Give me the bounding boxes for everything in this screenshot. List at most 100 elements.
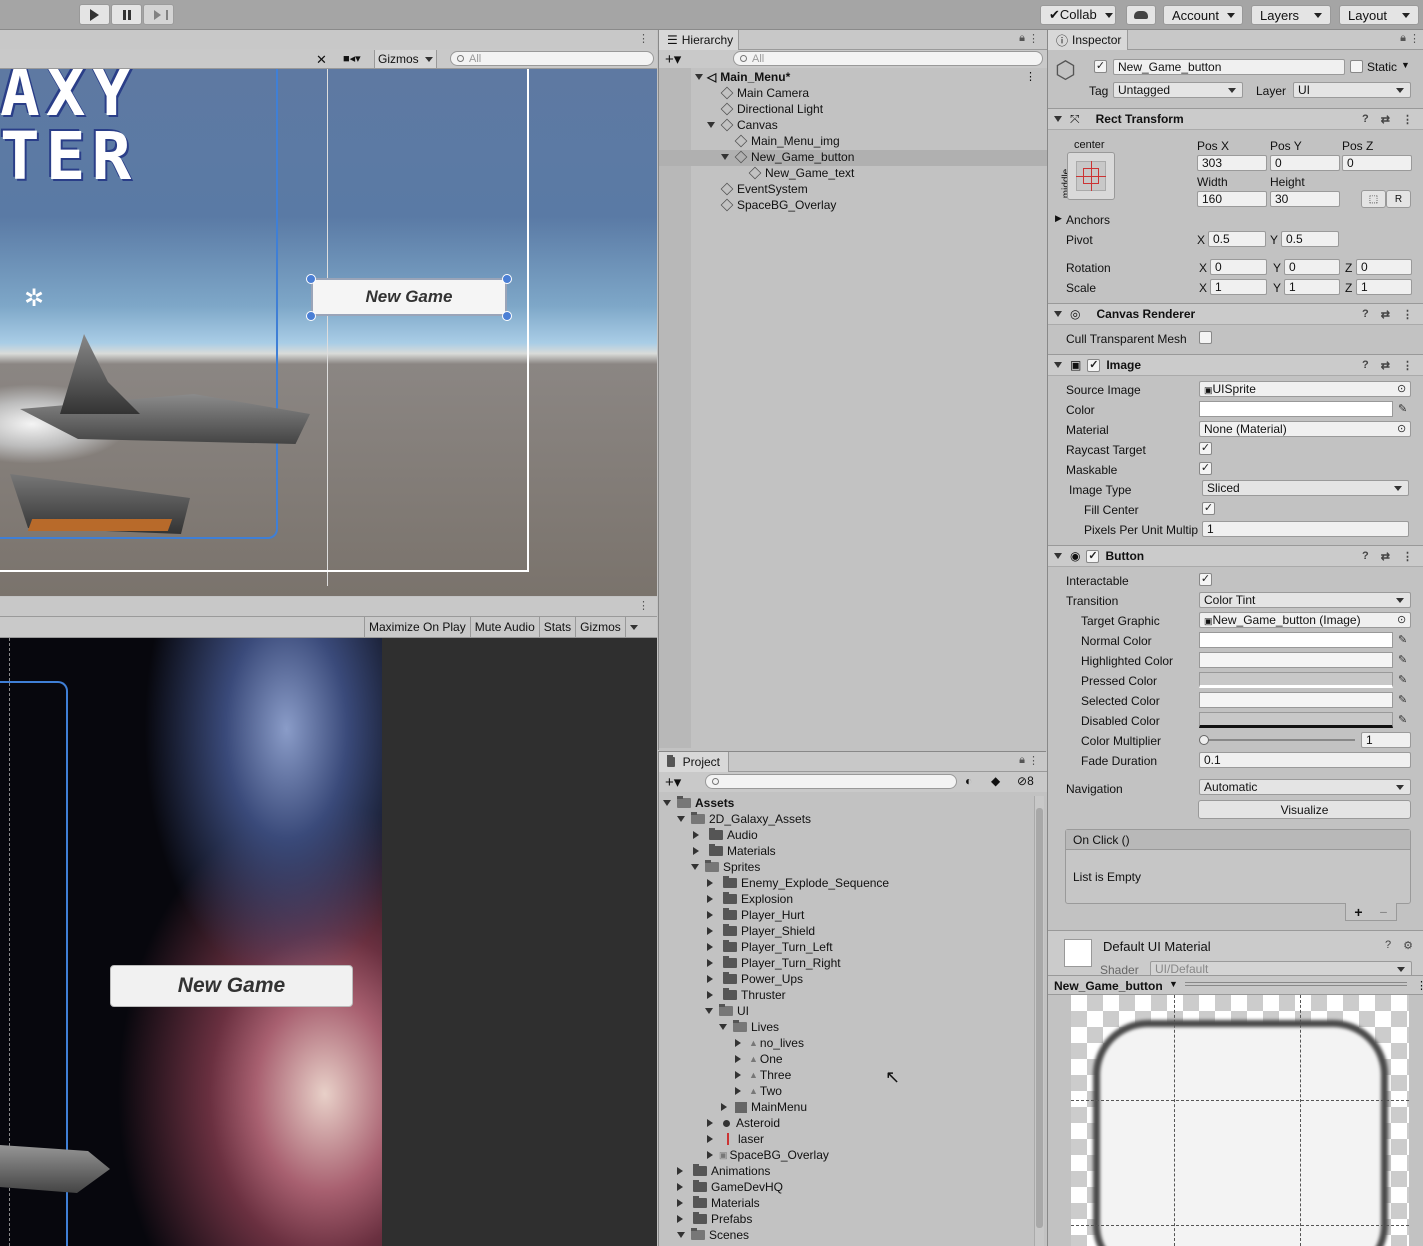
- camera-icon[interactable]: ■◂▾: [343, 52, 361, 65]
- lock-icon[interactable]: 🔒︎: [1019, 32, 1025, 45]
- project-item[interactable]: MainMenu: [721, 1099, 807, 1115]
- preset-icon[interactable]: ⇄: [1381, 308, 1390, 321]
- posz-field[interactable]: 0: [1342, 155, 1412, 171]
- expand-icon[interactable]: [695, 74, 703, 84]
- expand-icon[interactable]: [721, 1103, 731, 1111]
- help-icon[interactable]: ?: [1362, 308, 1369, 321]
- layers-dropdown[interactable]: Layers: [1251, 5, 1331, 25]
- project-item[interactable]: 2D_Galaxy_Assets: [677, 811, 811, 827]
- cloud-button[interactable]: [1126, 5, 1156, 25]
- selected-color-field[interactable]: [1199, 692, 1393, 708]
- project-item[interactable]: Enemy_Explode_Sequence: [707, 875, 889, 891]
- hierarchy-item[interactable]: Directional Light: [720, 101, 823, 117]
- component-menu-icon[interactable]: ⋮: [1402, 359, 1413, 372]
- project-item[interactable]: Thruster: [707, 987, 786, 1003]
- panel-menu-icon[interactable]: ⋮: [1416, 979, 1423, 992]
- layout-dropdown[interactable]: Layout: [1339, 5, 1419, 25]
- tools-icon[interactable]: ✕: [316, 52, 327, 68]
- help-icon[interactable]: ?: [1362, 550, 1369, 563]
- interactable-checkbox[interactable]: ✓: [1199, 573, 1212, 586]
- hierarchy-item-selected[interactable]: New_Game_button: [721, 149, 854, 165]
- raycast-checkbox[interactable]: ✓: [1199, 442, 1212, 455]
- maximize-on-play-toggle[interactable]: Maximize On Play: [364, 617, 470, 637]
- project-item[interactable]: Assets: [663, 795, 734, 811]
- expand-icon[interactable]: [707, 1119, 717, 1127]
- slider-thumb[interactable]: [1199, 735, 1209, 745]
- project-item[interactable]: Player_Shield: [707, 923, 815, 939]
- object-picker-icon[interactable]: ⊙: [1397, 383, 1409, 395]
- scene-new-game-button[interactable]: New Game: [311, 278, 507, 316]
- panel-menu-icon[interactable]: ⋮: [1409, 32, 1420, 45]
- collapse-icon[interactable]: [1054, 311, 1062, 321]
- visualize-button[interactable]: Visualize: [1198, 800, 1411, 819]
- object-name-field[interactable]: New_Game_button: [1113, 59, 1345, 75]
- image-type-dropdown[interactable]: Sliced: [1202, 480, 1409, 496]
- scrollbar-thumb[interactable]: [1036, 808, 1043, 1228]
- expand-icon[interactable]: [693, 831, 703, 839]
- transition-dropdown[interactable]: Color Tint: [1199, 592, 1411, 608]
- expand-icon[interactable]: [735, 1055, 745, 1063]
- panel-menu-icon[interactable]: ⋮: [1028, 754, 1039, 767]
- posx-field[interactable]: 303: [1197, 155, 1267, 171]
- eyedropper-icon[interactable]: ✎: [1398, 694, 1410, 706]
- stats-toggle[interactable]: Stats: [538, 617, 575, 637]
- expand-icon[interactable]: [707, 927, 717, 935]
- expand-icon[interactable]: [707, 1135, 717, 1143]
- remove-event-icon[interactable]: −: [1379, 904, 1387, 920]
- eyedropper-icon[interactable]: ✎: [1398, 714, 1410, 726]
- highlighted-color-field[interactable]: [1199, 652, 1393, 668]
- step-button[interactable]: [143, 4, 174, 25]
- collapse-icon[interactable]: [1054, 553, 1062, 563]
- expand-icon[interactable]: [735, 1039, 745, 1047]
- active-checkbox[interactable]: ✓: [1094, 60, 1107, 73]
- target-graphic-field[interactable]: ▣New_Game_button (Image): [1199, 612, 1411, 628]
- panel-menu-icon[interactable]: ⋮: [1028, 32, 1039, 45]
- preview-title[interactable]: New_Game_button: [1054, 979, 1163, 993]
- add-event-icon[interactable]: +: [1354, 904, 1362, 920]
- help-icon[interactable]: ?: [1362, 359, 1369, 372]
- height-field[interactable]: 30: [1270, 191, 1340, 207]
- expand-icon[interactable]: [691, 864, 699, 874]
- gizmos-dropdown[interactable]: Gizmos: [374, 50, 437, 68]
- project-item[interactable]: Prefabs: [677, 1211, 752, 1227]
- expand-icon[interactable]: [663, 800, 671, 810]
- project-item[interactable]: Power_Ups: [707, 971, 803, 987]
- expand-icon[interactable]: [719, 1024, 727, 1034]
- expand-icon[interactable]: [677, 1232, 685, 1242]
- rotation-y-field[interactable]: 0: [1284, 259, 1340, 275]
- lock-icon[interactable]: 🔒︎: [1400, 32, 1406, 45]
- scale-x-field[interactable]: 1: [1210, 279, 1267, 295]
- add-icon[interactable]: +▾: [665, 773, 681, 791]
- project-item[interactable]: Asteroid: [707, 1115, 780, 1131]
- hierarchy-item[interactable]: Canvas: [707, 117, 778, 133]
- rect-handle[interactable]: [502, 311, 512, 321]
- chevron-down-icon[interactable]: [624, 617, 642, 637]
- panel-menu-icon[interactable]: ⋮: [638, 32, 649, 45]
- project-item[interactable]: ▲ One: [735, 1051, 783, 1067]
- layer-dropdown[interactable]: UI: [1293, 82, 1411, 98]
- project-item[interactable]: ▲ Two: [735, 1083, 782, 1099]
- hierarchy-item[interactable]: Main Camera: [720, 85, 809, 101]
- normal-color-field[interactable]: [1199, 632, 1393, 648]
- scene-menu-icon[interactable]: ⋮: [1025, 70, 1036, 83]
- static-checkbox[interactable]: [1350, 60, 1363, 73]
- rect-handle[interactable]: [306, 274, 316, 284]
- image-header[interactable]: ▣ ✓ Image ? ⇄ ⋮: [1048, 354, 1423, 376]
- expand-icon[interactable]: [707, 991, 717, 999]
- expand-icon[interactable]: [707, 122, 715, 132]
- project-item[interactable]: ▣ SpaceBG_Overlay: [707, 1147, 829, 1163]
- rect-handle[interactable]: [306, 311, 316, 321]
- canvas-renderer-header[interactable]: ◎ Canvas Renderer ? ⇄ ⋮: [1048, 303, 1423, 325]
- hierarchy-search-input[interactable]: All: [733, 51, 1043, 66]
- chevron-down-icon[interactable]: ▼: [1401, 60, 1410, 70]
- maskable-checkbox[interactable]: ✓: [1199, 462, 1212, 475]
- expand-icon[interactable]: [677, 1215, 687, 1223]
- tab-inspector[interactable]: ⓘ Inspector: [1048, 30, 1128, 50]
- eyedropper-icon[interactable]: ✎: [1398, 634, 1410, 646]
- project-item[interactable]: Player_Hurt: [707, 907, 804, 923]
- game-new-game-button[interactable]: New Game: [110, 965, 353, 1007]
- posy-field[interactable]: 0: [1270, 155, 1340, 171]
- eyedropper-icon[interactable]: ✎: [1398, 654, 1410, 666]
- expand-icon[interactable]: [735, 1071, 745, 1079]
- expand-icon[interactable]: ▶: [1055, 213, 1062, 224]
